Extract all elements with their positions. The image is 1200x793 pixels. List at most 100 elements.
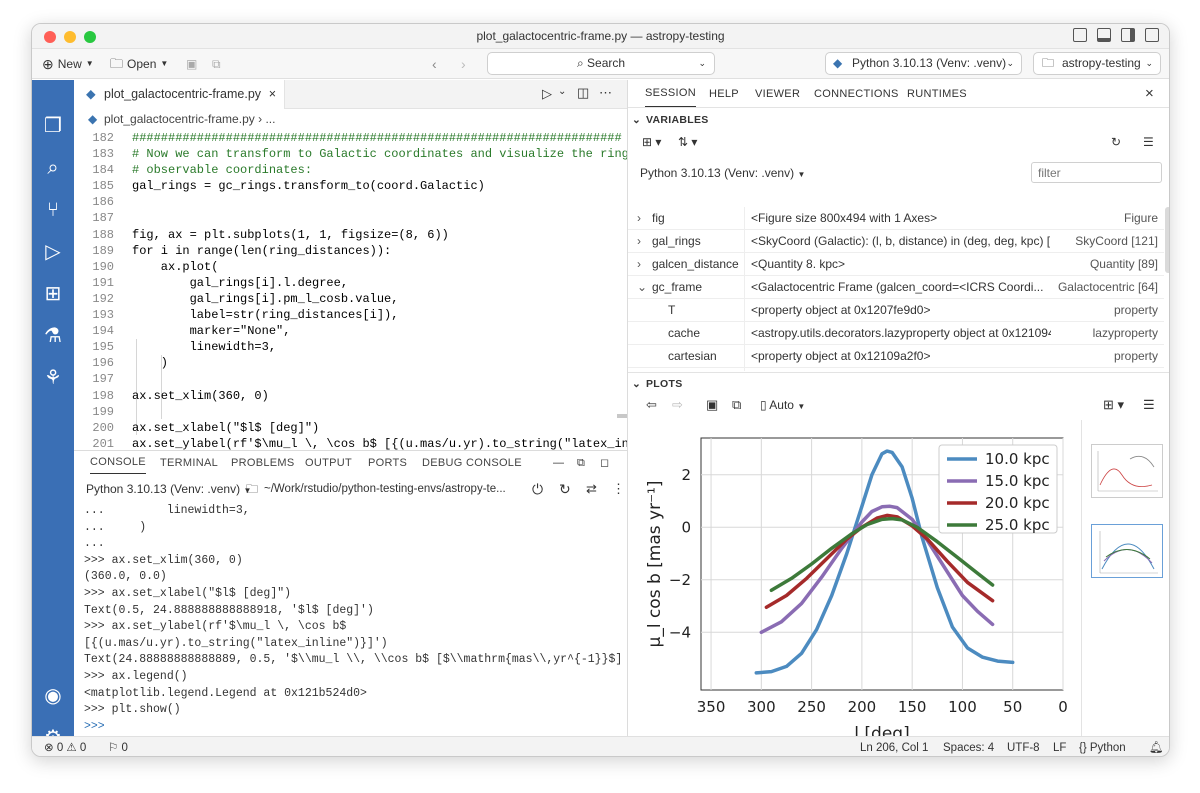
editor-tab[interactable]: ◆ plot_galactocentric-frame.py ×	[74, 80, 285, 109]
variable-row[interactable]: › galcen_distance <Quantity 8. kpc> Quantit…	[628, 253, 1164, 276]
code-line[interactable]: 198 ax.set_xlim(360, 0)	[74, 388, 627, 404]
code-line[interactable]: 182 #####################################…	[74, 130, 627, 146]
code-line[interactable]: 192 gal_rings[i].pm_l_cosb.value,	[74, 291, 627, 307]
minimize-window-button[interactable]	[64, 31, 76, 43]
back-arrow-icon[interactable]: ⇦	[646, 397, 657, 413]
zoom-selector[interactable]: ▯ Auto ▼	[760, 398, 805, 412]
toggle-panel-icon[interactable]	[1097, 28, 1111, 42]
customize-layout-icon[interactable]	[1145, 28, 1159, 42]
toggle-secondary-sidebar-icon[interactable]	[1121, 28, 1135, 42]
plot-thumbnail-active[interactable]	[1091, 524, 1163, 578]
editor-scrollbar[interactable]	[617, 414, 627, 418]
variable-row[interactable]: ⌄ gc_frame <Galactocentric Frame (galcen_c…	[628, 276, 1164, 299]
chevron-right-icon[interactable]: ›	[637, 207, 641, 230]
variable-row[interactable]: › fig <Figure size 800x494 with 1 Axes> Fig…	[628, 207, 1164, 230]
clear-variables-icon[interactable]: ☰	[1143, 135, 1154, 149]
command-search[interactable]: ⌕ Search ⌄	[487, 52, 715, 75]
variable-row[interactable]: cartesian <property object at 0x12109a2f0…	[628, 345, 1164, 368]
more-actions-icon[interactable]: ⋯	[599, 85, 612, 101]
close-tab-icon[interactable]: ×	[269, 80, 276, 109]
extensions-icon[interactable]: ⊞	[41, 282, 65, 306]
chevron-right-icon[interactable]: ›	[637, 253, 641, 276]
cursor-position[interactable]: Ln 206, Col 1	[860, 737, 928, 756]
code-line[interactable]: 193 label=str(ring_distances[i]),	[74, 307, 627, 323]
panel-toggle-icon[interactable]: ◻	[600, 451, 609, 475]
plots-section-header[interactable]: ⌄ PLOTS	[628, 372, 1169, 394]
code-line[interactable]: 186	[74, 194, 627, 210]
column-divider[interactable]	[744, 207, 745, 371]
code-line[interactable]: 201 ax.set_ylabel(rf'$\mu_l \, \cos b$ [{…	[74, 436, 627, 450]
ports-indicator[interactable]: ⚐ 0	[108, 737, 128, 756]
tab-terminal[interactable]: TERMINAL	[160, 451, 218, 475]
code-line[interactable]: 189 for i in range(len(ring_distances)):	[74, 243, 627, 259]
save-all-icon[interactable]: ⧉	[212, 54, 221, 74]
encoding[interactable]: UTF-8	[1007, 737, 1040, 756]
console-interpreter-selector[interactable]: Python 3.10.13 (Venv: .venv) ▼	[86, 478, 251, 502]
tab-runtimes[interactable]: RUNTIMES	[907, 80, 967, 108]
chevron-down-icon[interactable]: ⌄	[558, 86, 566, 97]
plot-thumbnail[interactable]	[1091, 444, 1163, 498]
code-line[interactable]: 199	[74, 404, 627, 420]
more-actions-icon[interactable]: ⋮	[612, 478, 625, 500]
forward-arrow-icon[interactable]: ⇨	[672, 397, 683, 413]
power-icon[interactable]: ⏻	[532, 478, 543, 500]
save-icon[interactable]: ▣	[186, 54, 197, 74]
copy-plot-icon[interactable]: ⧉	[732, 397, 741, 413]
variable-row[interactable]: T <property object at 0x1207fe9d0> propert…	[628, 299, 1164, 322]
open-button[interactable]: 🗀 Open ▼	[110, 54, 168, 74]
code-line[interactable]: 187	[74, 210, 627, 226]
tab-problems[interactable]: PROBLEMS	[231, 451, 295, 475]
code-editor[interactable]: 182 #####################################…	[74, 130, 627, 450]
code-line[interactable]: 185 gal_rings = gc_rings.transform_to(coo…	[74, 178, 627, 194]
chevron-down-icon[interactable]: ⌄	[637, 276, 647, 299]
tab-ports[interactable]: PORTS	[368, 451, 407, 475]
code-line[interactable]: 188 fig, ax = plt.subplots(1, 1, figsize=…	[74, 227, 627, 243]
variable-row[interactable]: cache <astropy.utils.decorators.lazyprope…	[628, 322, 1164, 345]
interpreter-selector[interactable]: ◆ Python 3.10.13 (Venv: .venv) ⌄	[825, 52, 1022, 75]
toggle-sidebar-icon[interactable]	[1073, 28, 1087, 42]
close-window-button[interactable]	[44, 31, 56, 43]
save-plot-icon[interactable]: ▣	[706, 397, 718, 413]
code-line[interactable]: 196 )	[74, 355, 627, 371]
tab-session[interactable]: SESSION	[645, 80, 697, 107]
filter-input[interactable]	[1031, 162, 1162, 183]
tab-console[interactable]: CONSOLE	[90, 451, 146, 474]
line-ending[interactable]: LF	[1053, 737, 1066, 756]
connections-icon[interactable]: ⚘	[41, 366, 65, 390]
search-icon[interactable]: ⌕	[41, 156, 65, 180]
code-line[interactable]: 200 ax.set_xlabel("$l$ [deg]")	[74, 420, 627, 436]
tab-debug-console[interactable]: DEBUG CONSOLE	[422, 451, 522, 475]
refresh-icon[interactable]: ↻	[1111, 135, 1121, 149]
new-button[interactable]: ⊕ New ▼	[42, 54, 94, 74]
clear-console-icon[interactable]: ⇄	[586, 478, 597, 500]
account-icon[interactable]: ◉	[41, 684, 65, 708]
maximize-window-button[interactable]	[84, 31, 96, 43]
split-editor-icon[interactable]: ◫	[577, 85, 589, 101]
run-file-icon[interactable]: ▷	[542, 86, 552, 102]
project-selector[interactable]: 🗀 astropy-testing ⌄	[1033, 52, 1161, 75]
code-line[interactable]: 183 # Now we can transform to Galactic co…	[74, 146, 627, 162]
run-debug-icon[interactable]: ▷	[41, 240, 65, 264]
tab-output[interactable]: OUTPUT	[305, 451, 352, 475]
console-output[interactable]: ... linewidth=3, ... )... >>> ax.set_xlim(…	[84, 503, 624, 737]
back-icon[interactable]: ‹	[432, 54, 437, 74]
code-line[interactable]: 191 gal_rings[i].l.degree,	[74, 275, 627, 291]
layout-icon[interactable]: ⊞ ▾	[1103, 397, 1124, 413]
code-line[interactable]: 195 linewidth=3,	[74, 339, 627, 355]
testing-icon[interactable]: ⚗	[41, 324, 65, 348]
variable-row[interactable]: › gal_rings <SkyCoord (Galactic): (l, b, d…	[628, 230, 1164, 253]
problems-indicator[interactable]: ⊗ 0 ⚠ 0	[44, 737, 86, 756]
code-line[interactable]: 184 # observable coordinates:	[74, 162, 627, 178]
tab-help[interactable]: HELP	[709, 80, 739, 108]
variables-interpreter-selector[interactable]: Python 3.10.13 (Venv: .venv) ▼	[640, 166, 805, 180]
clear-plots-icon[interactable]: ☰	[1143, 397, 1155, 413]
variables-section-header[interactable]: ⌄ VARIABLES	[628, 109, 1169, 131]
close-icon[interactable]: ×	[1145, 80, 1154, 108]
code-line[interactable]: 194 marker="None",	[74, 323, 627, 339]
language-mode[interactable]: {} Python	[1079, 737, 1126, 756]
tab-viewer[interactable]: VIEWER	[755, 80, 800, 108]
forward-icon[interactable]: ›	[461, 54, 466, 74]
grid-view-icon[interactable]: ⊞ ▾	[642, 135, 661, 149]
code-line[interactable]: 190 ax.plot(	[74, 259, 627, 275]
code-line[interactable]: 197	[74, 371, 627, 387]
